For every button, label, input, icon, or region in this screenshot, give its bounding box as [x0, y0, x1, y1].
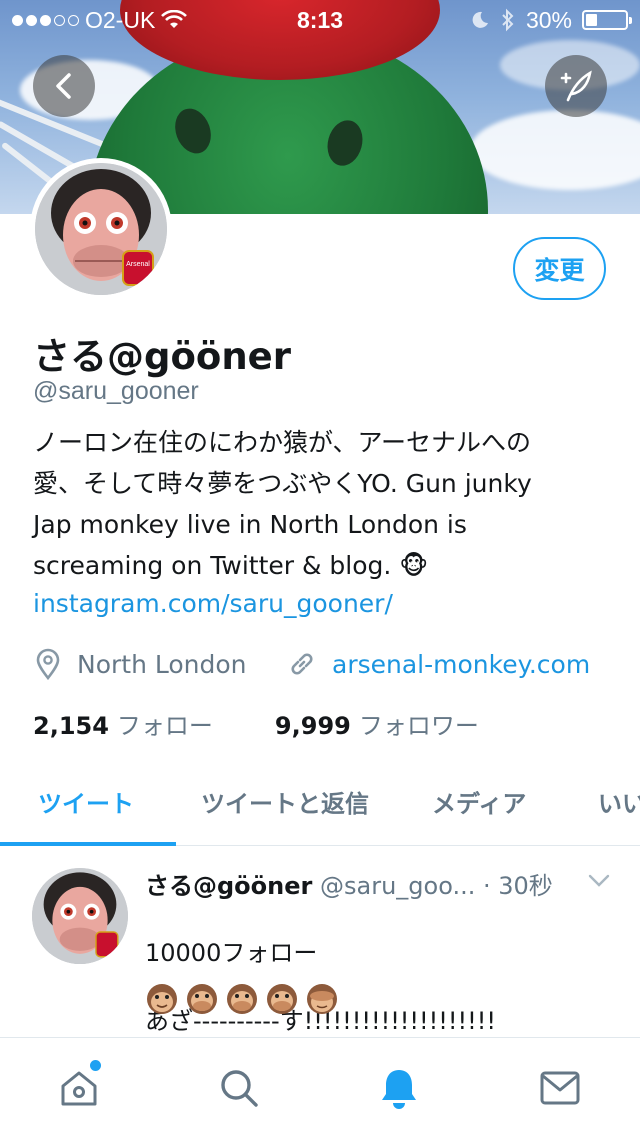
- follow-counts: 2,154 フォロー 9,999 フォロワー: [33, 706, 479, 741]
- nav-notifications[interactable]: [377, 1066, 421, 1110]
- tab-likes[interactable]: いい: [598, 784, 640, 819]
- followers-label: フォロワー: [358, 712, 479, 740]
- home-icon: [61, 1071, 97, 1106]
- tweet-author-handle: @saru_goo...: [320, 872, 476, 900]
- svg-text:Arsenal: Arsenal: [126, 261, 150, 268]
- bio-line: 愛、そして時々夢をつぶやくYO. Gun junky: [33, 469, 532, 498]
- chevron-down-icon[interactable]: [588, 874, 610, 888]
- tweet-text-line: 10000フォロー: [145, 939, 318, 967]
- messages-envelope-icon: [540, 1071, 580, 1105]
- bio-line: screaming on Twitter & blog. 🐵: [33, 551, 429, 580]
- tab-tweets[interactable]: ツイート: [38, 784, 134, 819]
- status-bar: O2-UK 8:13 30%: [0, 0, 640, 40]
- tweet-item[interactable]: さる@gööner @saru_goo... · 30秒 10000フォロー あ…: [0, 846, 640, 1036]
- tweet-avatar[interactable]: [32, 868, 128, 964]
- search-icon: [221, 1070, 258, 1107]
- wifi-icon: [161, 10, 188, 28]
- bluetooth-icon: [502, 8, 514, 32]
- bottom-navigation: [0, 1037, 640, 1136]
- following-number: 2,154: [33, 712, 109, 740]
- profile-name: さる@gööner: [33, 335, 292, 378]
- nav-search[interactable]: [217, 1066, 261, 1110]
- see-no-evil-monkey-icon: [307, 984, 337, 1014]
- profile-location: North London: [33, 648, 247, 680]
- speak-no-evil-monkey-icon: [227, 984, 257, 1014]
- monkey-avatar-image: Arsenal: [35, 163, 167, 295]
- followers-count[interactable]: 9,999 フォロワー: [275, 706, 479, 741]
- profile-bio: ノーロン在住のにわか猿が、アーセナルへの 愛、そして時々夢をつぶやくYO. Gu…: [33, 422, 608, 586]
- nav-home[interactable]: [57, 1060, 101, 1110]
- tweet-author-name[interactable]: さる@gööner: [145, 872, 312, 900]
- following-count[interactable]: 2,154 フォロー: [33, 706, 213, 741]
- battery-icon: [582, 10, 632, 30]
- compose-tweet-button[interactable]: [545, 55, 607, 117]
- battery-percentage: 30%: [525, 6, 572, 33]
- edit-profile-button[interactable]: 変更: [513, 237, 606, 300]
- link-chain-icon: [291, 653, 313, 675]
- tab-media[interactable]: メディア: [432, 784, 526, 819]
- location-text: North London: [77, 649, 247, 679]
- website-link[interactable]: arsenal-monkey.com: [332, 650, 590, 679]
- chevron-left-icon: [56, 73, 71, 99]
- bio-instagram-link[interactable]: instagram.com/saru_gooner/: [33, 589, 393, 618]
- do-not-disturb-moon-icon: [472, 11, 488, 28]
- home-notification-dot: [90, 1060, 101, 1071]
- signal-strength-icon: [12, 14, 79, 26]
- profile-handle: @saru_gooner: [33, 377, 199, 405]
- back-button[interactable]: [33, 55, 95, 117]
- carrier-name: O2-UK: [85, 6, 156, 33]
- tweet-timestamp: · 30秒: [483, 872, 553, 900]
- location-pin-icon: [36, 648, 60, 680]
- notifications-bell-icon: [382, 1070, 416, 1109]
- monkey-avatar-image: [32, 868, 128, 964]
- speak-no-evil-monkey-icon: [267, 984, 297, 1014]
- tweet-emojis: [145, 982, 339, 1016]
- tweet-header: さる@gööner @saru_goo... · 30秒: [145, 866, 585, 901]
- battery-level: [586, 14, 598, 26]
- compose-feather-icon: [560, 70, 592, 102]
- nav-messages[interactable]: [538, 1066, 582, 1110]
- profile-avatar[interactable]: Arsenal: [30, 158, 172, 300]
- following-label: フォロー: [116, 712, 213, 740]
- followers-number: 9,999: [274, 712, 351, 740]
- speak-no-evil-monkey-icon: [187, 984, 217, 1014]
- profile-tabs: ツイート ツイートと返信 メディア いい: [0, 760, 640, 846]
- monkey-face-emoji-icon: [147, 984, 177, 1014]
- tab-tweets-and-replies[interactable]: ツイートと返信: [201, 784, 369, 819]
- profile-website[interactable]: arsenal-monkey.com: [286, 648, 590, 680]
- bio-line: Jap monkey live in North London is: [33, 510, 467, 539]
- bio-line: ノーロン在住のにわか猿が、アーセナルへの: [33, 428, 532, 457]
